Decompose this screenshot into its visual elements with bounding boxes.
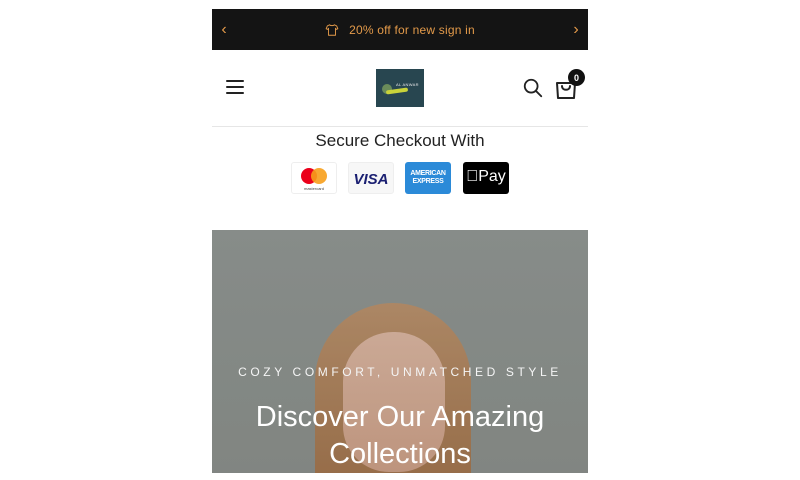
hamburger-icon[interactable] — [226, 80, 244, 94]
announcement-bar: ‹ 20% off for new sign in › — [212, 9, 588, 50]
chevron-right-icon[interactable]: › — [564, 9, 588, 50]
tshirt-icon — [325, 23, 339, 36]
visa-label: VISA — [353, 171, 389, 188]
secure-checkout-title: Secure Checkout With — [315, 131, 485, 150]
announcement-message-group: 20% off for new sign in — [325, 23, 475, 37]
hero-title: Discover Our Amazing Collections — [255, 401, 545, 470]
mastercard-label: mastercard — [303, 186, 324, 191]
chevron-left-icon[interactable]: ‹ — [212, 9, 236, 50]
announcement-text: 20% off for new sign in — [349, 22, 475, 37]
apple-pay-text: Pay — [472, 168, 506, 185]
visa-logo: VISA — [348, 162, 394, 194]
mastercard-logo: mastercard — [291, 162, 337, 194]
mobile-viewport: ‹ 20% off for new sign in › AL ANWAR 0 S… — [212, 9, 588, 473]
apple-pay-logo: Pay — [463, 162, 509, 194]
apple-pay-label: Pay — [463, 168, 509, 186]
payment-methods: mastercard VISA AMERICAN EXPRESS Pay — [291, 162, 509, 194]
site-header: AL ANWAR 0 — [212, 50, 588, 127]
hero-banner[interactable]: COZY COMFORT, UNMATCHED STYLE Discover O… — [212, 230, 588, 473]
amex-logo: AMERICAN EXPRESS — [405, 162, 451, 194]
search-icon[interactable] — [522, 77, 544, 99]
hero-subtitle: COZY COMFORT, UNMATCHED STYLE — [238, 365, 562, 379]
brand-logo[interactable]: AL ANWAR — [376, 69, 424, 107]
logo-text: AL ANWAR — [396, 82, 419, 87]
cart-count-badge: 0 — [568, 69, 585, 86]
amex-label: AMERICAN EXPRESS — [410, 170, 446, 185]
